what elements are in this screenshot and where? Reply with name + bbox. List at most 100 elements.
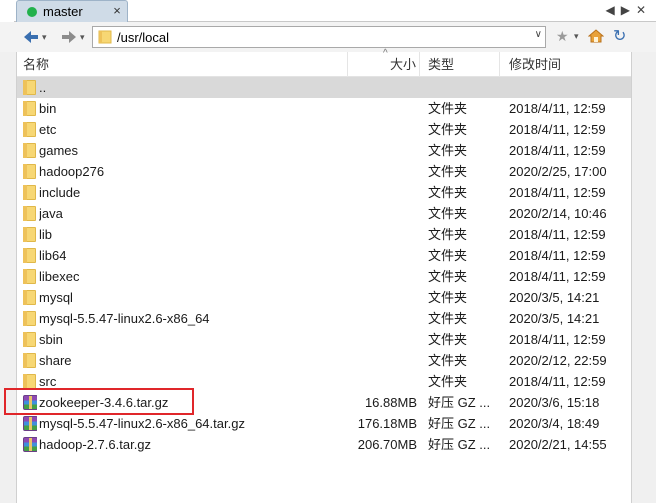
file-size: 16.88MB (364, 395, 417, 410)
file-type: 好压 GZ ... (428, 416, 491, 431)
file-type: 文件夹 (428, 164, 468, 179)
file-modified: 2018/4/11, 12:59 (509, 248, 606, 263)
tab-scroll-left-icon[interactable]: ◀ (605, 3, 620, 17)
file-name: etc (39, 122, 57, 137)
address-toolbar: ▾ ▾ /usr/local ∨ ★ ▾ ↻ (0, 22, 656, 52)
column-header-type[interactable]: 类型 (420, 52, 500, 77)
home-icon[interactable] (587, 28, 605, 44)
file-type: 文件夹 (428, 101, 468, 116)
file-row[interactable]: hadoop276 文件夹 2020/2/25, 17:00 (17, 161, 631, 182)
file-type: 文件夹 (428, 353, 468, 368)
file-row[interactable]: include 文件夹 2018/4/11, 12:59 (17, 182, 631, 203)
file-row[interactable]: libexec 文件夹 2018/4/11, 12:59 (17, 266, 631, 287)
folder-icon-shape (23, 101, 36, 116)
folder-icon-shape (23, 290, 36, 305)
folder-icon (23, 227, 37, 242)
folder-icon (23, 206, 37, 221)
file-size (348, 287, 417, 308)
file-modified: 2018/4/11, 12:59 (509, 143, 606, 158)
folder-icon-shape (23, 269, 36, 284)
folder-icon (23, 374, 37, 389)
tab-scroll-controls: ◀▶✕ (605, 3, 652, 17)
column-header-name[interactable]: 名称 (17, 52, 348, 77)
left-gutter (0, 52, 16, 503)
archive-icon (23, 437, 37, 452)
folder-icon (23, 101, 37, 116)
file-name: lib64 (39, 248, 67, 263)
file-type: 文件夹 (428, 185, 468, 200)
file-modified: 2020/3/5, 14:21 (509, 290, 600, 305)
file-modified: 2018/4/11, 12:59 (509, 185, 606, 200)
file-modified: 2018/4/11, 12:59 (509, 269, 606, 284)
file-size: 206.70MB (357, 437, 417, 452)
file-row[interactable]: .. (17, 77, 631, 98)
tab-close-all-icon[interactable]: ✕ (636, 3, 652, 17)
file-row[interactable]: etc 文件夹 2018/4/11, 12:59 (17, 119, 631, 140)
back-history-dropdown-icon[interactable]: ▾ (42, 27, 52, 47)
folder-icon-shape (23, 80, 36, 95)
file-row[interactable]: share 文件夹 2020/2/12, 22:59 (17, 350, 631, 371)
folder-icon (23, 332, 37, 347)
file-size (348, 77, 417, 98)
folder-icon-shape (23, 311, 36, 326)
address-bar[interactable]: /usr/local ∨ (92, 26, 546, 48)
file-row[interactable]: lib 文件夹 2018/4/11, 12:59 (17, 224, 631, 245)
tab-close-icon[interactable]: × (110, 4, 124, 18)
file-name: libexec (39, 269, 80, 284)
file-modified: 2020/2/14, 10:46 (509, 206, 607, 221)
tab-scroll-right-icon[interactable]: ▶ (621, 3, 636, 17)
file-name: games (39, 143, 79, 158)
file-size (348, 182, 417, 203)
folder-icon-shape (23, 185, 36, 200)
file-size (348, 245, 417, 266)
tab-bar-left-strip (0, 0, 14, 22)
file-type: 文件夹 (428, 143, 468, 158)
folder-icon-shape (23, 164, 36, 179)
file-size (348, 161, 417, 182)
file-row[interactable]: bin 文件夹 2018/4/11, 12:59 (17, 98, 631, 119)
file-modified: 2020/3/6, 15:18 (509, 395, 600, 410)
file-size (348, 329, 417, 350)
file-row[interactable]: games 文件夹 2018/4/11, 12:59 (17, 140, 631, 161)
file-type: 文件夹 (428, 290, 468, 305)
folder-icon-shape (23, 248, 36, 263)
folder-icon (23, 269, 37, 284)
file-list-header: 名称 大小 ^ 类型 修改时间 (17, 48, 631, 77)
folder-icon-shape (23, 206, 36, 221)
archive-icon-shape (23, 437, 37, 452)
bookmark-dropdown-icon[interactable]: ▾ (574, 31, 579, 42)
file-row[interactable]: mysql 文件夹 2020/3/5, 14:21 (17, 287, 631, 308)
file-list: 名称 大小 ^ 类型 修改时间 .. bin 文件夹 2018/4/11, 12:59… (16, 48, 632, 503)
file-row[interactable]: sbin 文件夹 2018/4/11, 12:59 (17, 329, 631, 350)
file-row[interactable]: hadoop-2.7.6.tar.gz 206.70MB 好压 GZ ... 2020… (17, 434, 631, 455)
column-header-modified[interactable]: 修改时间 (500, 52, 631, 77)
file-modified: 2020/2/21, 14:55 (509, 437, 607, 452)
file-modified: 2020/3/5, 14:21 (509, 311, 600, 326)
file-row[interactable]: lib64 文件夹 2018/4/11, 12:59 (17, 245, 631, 266)
connection-status-icon (27, 7, 37, 17)
file-row[interactable]: mysql-5.5.47-linux2.6-x86_64 文件夹 2020/3/5,… (17, 308, 631, 329)
file-modified: 2018/4/11, 12:59 (509, 332, 606, 347)
right-gutter (632, 52, 656, 503)
address-dropdown-icon[interactable]: ∨ (535, 29, 542, 40)
file-size (348, 140, 417, 161)
file-size (348, 224, 417, 245)
folder-icon (23, 164, 37, 179)
tab-master[interactable]: master × (16, 0, 128, 22)
file-row[interactable]: java 文件夹 2020/2/14, 10:46 (17, 203, 631, 224)
arrow-right-icon[interactable] (60, 27, 78, 47)
file-type: 文件夹 (428, 227, 468, 242)
folder-icon (23, 143, 37, 158)
refresh-icon[interactable]: ↻ (613, 26, 626, 46)
star-icon[interactable]: ★ (556, 28, 569, 45)
file-size (348, 266, 417, 287)
address-path[interactable]: /usr/local (117, 30, 169, 45)
file-type: 文件夹 (428, 374, 468, 389)
arrow-left-icon[interactable] (22, 27, 40, 47)
file-row[interactable]: mysql-5.5.47-linux2.6-x86_64.tar.gz 176.1… (17, 413, 631, 434)
file-name: share (39, 353, 72, 368)
file-size (348, 119, 417, 140)
file-name: include (39, 185, 81, 200)
folder-icon-shape (23, 353, 36, 368)
forward-history-dropdown-icon[interactable]: ▾ (80, 27, 90, 47)
